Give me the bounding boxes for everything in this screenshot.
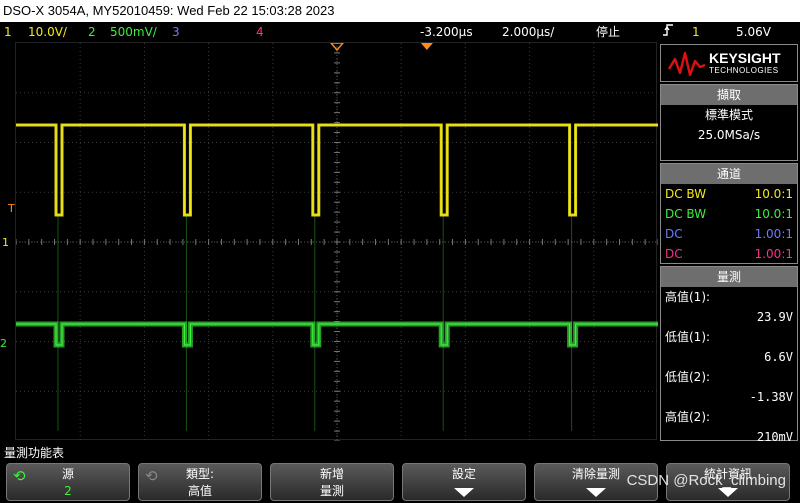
ch1-number[interactable]: 1: [4, 22, 12, 42]
run-state[interactable]: 停止: [596, 22, 620, 42]
menu-title: 量測功能表: [4, 446, 65, 460]
measurement-label: 低值(1):: [665, 330, 711, 344]
ch4-number[interactable]: 4: [256, 22, 264, 42]
softkey-type[interactable]: ⟲ 類型: 高值: [138, 463, 262, 501]
acquisition-box[interactable]: 擷取 標準模式 25.0MSa/s: [660, 84, 798, 161]
brand-logo: KEYSIGHT TECHNOLOGIES: [660, 44, 798, 82]
horizontal-delay[interactable]: -3.200µs: [420, 22, 473, 42]
waveform-display[interactable]: [15, 42, 658, 441]
rotate-knob-icon: ⟲: [13, 467, 26, 485]
trigger-edge-icon[interactable]: [662, 22, 674, 44]
status-bar: 1 10.0V/ 2 500mV/ 3 4 -3.200µs 2.000µs/ …: [0, 22, 800, 42]
measurement-value: -1.38V: [749, 390, 793, 404]
ch3-number[interactable]: 3: [172, 22, 180, 42]
trigger-level[interactable]: 5.06V: [736, 22, 771, 42]
channel-row: DC 1.00:1: [665, 247, 793, 261]
side-panel: KEYSIGHT TECHNOLOGIES 擷取 標準模式 25.0MSa/s …: [660, 44, 800, 444]
ch2-number[interactable]: 2: [88, 22, 96, 42]
channel-row: DC BW 10.0:1: [665, 187, 793, 201]
measurement-label: 高值(1):: [665, 290, 711, 304]
measurement-label: 高值(2):: [665, 410, 711, 424]
timebase[interactable]: 2.000µs/: [502, 22, 554, 42]
brand-name: KEYSIGHT: [709, 50, 781, 66]
measurement-label: 低值(2):: [665, 370, 711, 384]
softkey-add-measurement[interactable]: 新增 量測: [270, 463, 394, 501]
ch2-ground-marker[interactable]: 2: [0, 337, 7, 350]
window-title: DSO-X 3054A, MY52010459: Wed Feb 22 15:0…: [0, 0, 800, 22]
measurement-value: 210mV: [756, 430, 793, 444]
softkey-settings[interactable]: 設定: [402, 463, 526, 501]
rotate-knob-icon: ⟲: [145, 467, 158, 485]
brand-sub: TECHNOLOGIES: [709, 66, 779, 75]
measurement-value: 23.9V: [756, 310, 793, 324]
submenu-arrow-icon: [586, 488, 606, 497]
acquisition-mode: 標準模式: [704, 108, 753, 122]
keysight-wave-icon: [667, 51, 706, 77]
sample-rate: 25.0MSa/s: [697, 128, 761, 142]
trigger-source[interactable]: 1: [692, 22, 700, 42]
acquisition-header: 擷取: [661, 85, 797, 105]
watermark-text: CSDN @Rock_climbing: [626, 472, 786, 489]
ch1-ground-marker[interactable]: 1: [2, 236, 9, 249]
ch2-scale[interactable]: 500mV/: [110, 22, 157, 42]
measurement-value: 6.6V: [764, 350, 793, 364]
measurements-header: 量測: [661, 267, 797, 287]
ch1-scale[interactable]: 10.0V/: [28, 22, 67, 42]
submenu-arrow-icon: [718, 488, 738, 497]
submenu-arrow-icon: [454, 488, 474, 497]
trigger-level-marker[interactable]: T: [8, 202, 15, 215]
measurements-box[interactable]: 量測 高值(1): 23.9V 低值(1): 6.6V 低值(2): -1.38…: [660, 266, 798, 444]
softkey-source[interactable]: ⟲ 源2: [6, 463, 130, 501]
channel-row: DC BW 10.0:1: [665, 207, 793, 221]
waveform-canvas: [16, 43, 658, 441]
channel-row: DC 1.00:1: [665, 227, 793, 241]
channels-header: 通道: [661, 164, 797, 184]
delay-marker: [420, 43, 433, 50]
channels-box[interactable]: 通道 DC BW 10.0:1 DC BW 10.0:1 DC 1.00:1 DC 1.…: [660, 163, 798, 264]
